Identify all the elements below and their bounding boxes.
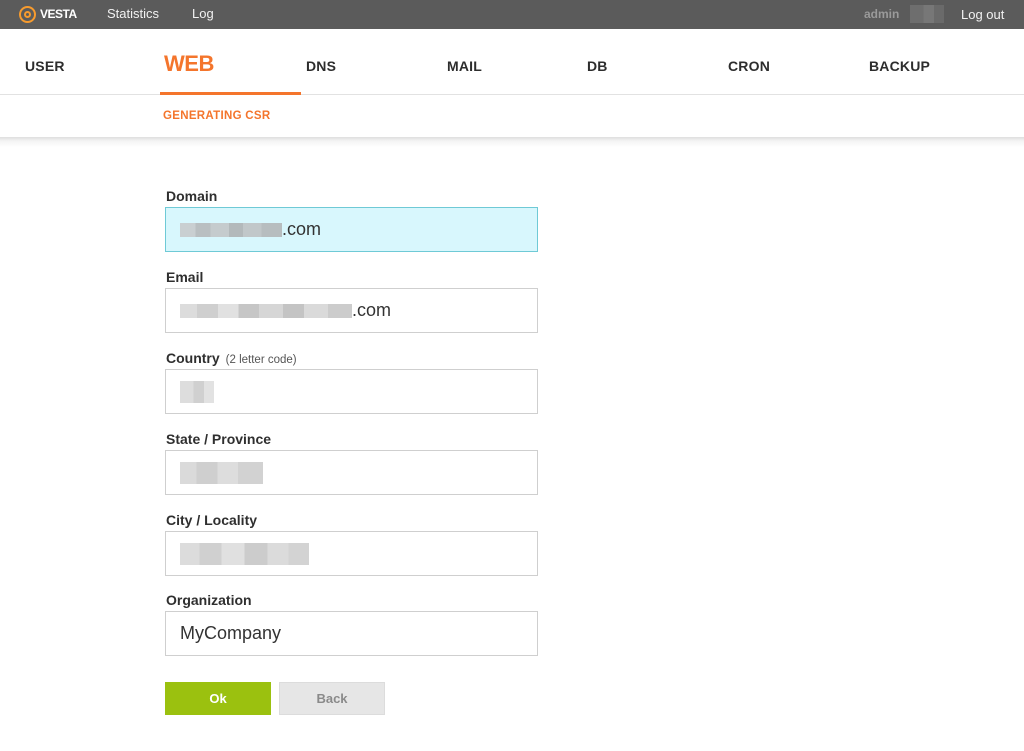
username-label[interactable]: admin: [864, 7, 899, 21]
domain-label: Domain: [166, 188, 218, 204]
log-link[interactable]: Log: [192, 6, 214, 21]
tab-dns[interactable]: DNS: [306, 58, 336, 74]
vesta-logo-icon: [19, 5, 36, 23]
logo-text: VESTA: [40, 7, 77, 21]
active-tab-indicator: [160, 92, 301, 95]
email-label: Email: [166, 269, 204, 285]
tab-db[interactable]: DB: [587, 58, 608, 74]
organization-input[interactable]: MyCompany: [165, 611, 538, 656]
email-suffix: .com: [352, 300, 392, 320]
tab-user[interactable]: USER: [25, 58, 65, 74]
tab-backup[interactable]: BACKUP: [869, 58, 930, 74]
organization-value: MyCompany: [180, 623, 282, 643]
vesta-logo[interactable]: VESTA: [19, 4, 77, 24]
logout-link[interactable]: Log out: [961, 7, 1004, 22]
country-label: Country (2 letter code): [166, 350, 297, 366]
redacted-user-info: [910, 5, 944, 23]
tab-cron[interactable]: CRON: [728, 58, 770, 74]
top-bar: VESTA Statistics Log admin Log out: [0, 0, 1024, 29]
tab-web[interactable]: WEB: [164, 51, 214, 77]
state-input[interactable]: [165, 450, 538, 495]
redacted-city: [180, 542, 309, 565]
email-input[interactable]: .com: [165, 288, 538, 333]
page-title: GENERATING CSR: [163, 110, 271, 122]
domain-input[interactable]: .com: [165, 207, 538, 252]
redacted-country: [180, 380, 214, 403]
country-hint: (2 letter code): [225, 354, 297, 366]
country-input[interactable]: [165, 369, 538, 414]
tab-mail[interactable]: MAIL: [447, 58, 482, 74]
main-navigation: USER WEB DNS MAIL DB CRON BACKUP: [0, 29, 1024, 95]
domain-suffix: .com: [282, 219, 322, 239]
country-label-text: Country: [166, 350, 220, 366]
city-label: City / Locality: [166, 512, 258, 528]
state-label: State / Province: [166, 431, 272, 447]
header-shadow: [0, 137, 1024, 147]
sub-navigation: GENERATING CSR: [0, 96, 1024, 140]
back-button[interactable]: Back: [279, 682, 385, 715]
city-input[interactable]: [165, 531, 538, 576]
redacted-domain: [180, 222, 282, 237]
redacted-state: [180, 461, 263, 484]
organization-label: Organization: [166, 592, 252, 608]
redacted-email: [180, 303, 352, 318]
ok-button[interactable]: Ok: [165, 682, 271, 715]
statistics-link[interactable]: Statistics: [107, 6, 159, 21]
